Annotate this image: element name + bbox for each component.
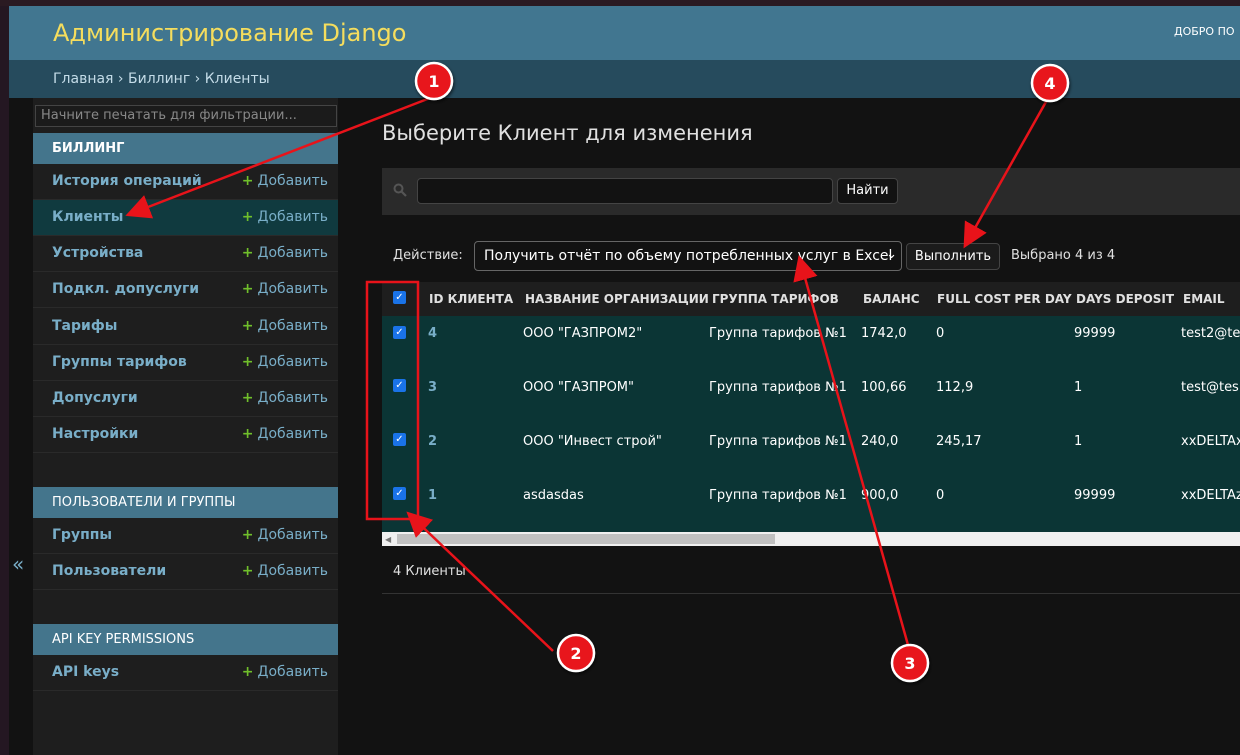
- annotation-arrow-3: [793, 255, 910, 646]
- annotation-marker-2-label: 2: [570, 644, 581, 663]
- annotation-arrow-4: [963, 99, 1049, 249]
- annotation-marker-1-label: 1: [428, 72, 439, 91]
- annotation-arrow-1: [125, 96, 431, 219]
- annotation-overlay: 1 2 3 4: [125, 61, 1070, 683]
- annotation-marker-3-label: 3: [904, 654, 915, 673]
- checkbox-highlight-box: [365, 280, 420, 521]
- annotation-arrow-2: [406, 511, 554, 652]
- annotation-marker-4-label: 4: [1044, 74, 1055, 93]
